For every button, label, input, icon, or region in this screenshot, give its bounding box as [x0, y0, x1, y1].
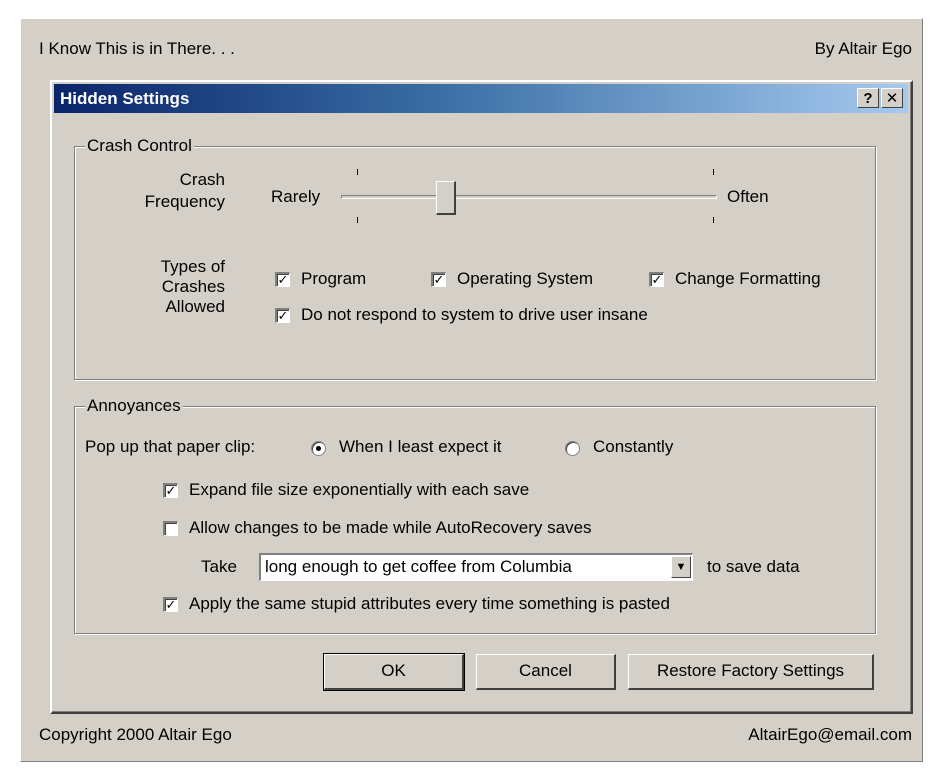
slider-tick: [357, 217, 358, 223]
slider-min-label: Rarely: [271, 187, 321, 206]
paperclip-label: Pop up that paper clip:: [85, 437, 256, 456]
take-label: Take: [201, 557, 237, 576]
slider-track: [341, 195, 717, 199]
check-mark-icon: ✓: [277, 308, 289, 323]
constantly-label: Constantly: [593, 437, 674, 456]
annoyances-label: Annoyances: [85, 396, 183, 416]
program-checkbox[interactable]: ✓: [275, 272, 290, 287]
email-text: AltairEgo@email.com: [748, 725, 912, 744]
slider-tick: [713, 217, 714, 223]
least-expect-label: When I least expect it: [339, 437, 502, 456]
check-mark-icon: ✓: [651, 272, 663, 287]
slider-tick: [713, 169, 714, 175]
no-respond-label: Do not respond to system to drive user i…: [301, 305, 648, 324]
save-data-label: to save data: [707, 557, 800, 576]
slider-tick: [357, 169, 358, 175]
least-expect-radio[interactable]: [311, 441, 326, 456]
slider-max-label: Often: [727, 187, 769, 206]
dialog-title: Hidden Settings: [60, 89, 190, 108]
crash-frequency-label: Crash Frequency: [144, 170, 225, 211]
help-button[interactable]: ?: [857, 88, 879, 108]
annoyances-group: Annoyances Pop up that paper clip: When …: [74, 396, 876, 634]
hidden-settings-dialog: Hidden Settings ? ✕ Crash Control Crash …: [50, 80, 913, 714]
expand-file-checkbox[interactable]: ✓: [163, 483, 178, 498]
program-label: Program: [301, 269, 367, 288]
dropdown-arrow-icon[interactable]: ▼: [671, 556, 691, 578]
change-formatting-label: Change Formatting: [675, 269, 821, 288]
check-mark-icon: ✓: [433, 272, 445, 287]
save-duration-select[interactable]: long enough to get coffee from Columbia …: [259, 553, 693, 581]
apply-attributes-checkbox[interactable]: ✓: [163, 597, 178, 612]
check-mark-icon: ✓: [277, 272, 289, 287]
expand-file-label: Expand file size exponentially with each…: [189, 480, 530, 499]
operating-system-label: Operating System: [457, 269, 594, 288]
close-button[interactable]: ✕: [881, 88, 903, 108]
copyright-text: Copyright 2000 Altair Ego: [39, 725, 232, 744]
ok-button[interactable]: OK: [323, 653, 465, 691]
outer-title: I Know This is in There. . .: [39, 39, 235, 58]
outer-byline: By Altair Ego: [814, 39, 912, 58]
constantly-radio[interactable]: [565, 441, 580, 456]
check-mark-icon: ✓: [165, 597, 177, 612]
check-mark-icon: ✓: [165, 483, 177, 498]
types-of-crashes-label: Types of Crashes Allowed: [160, 257, 225, 316]
cancel-button[interactable]: Cancel: [476, 654, 616, 690]
crash-frequency-slider[interactable]: [341, 169, 717, 225]
no-respond-checkbox[interactable]: ✓: [275, 308, 290, 323]
change-formatting-checkbox[interactable]: ✓: [649, 272, 664, 287]
save-duration-value: long enough to get coffee from Columbia: [265, 557, 572, 576]
slider-thumb[interactable]: [436, 181, 456, 215]
crash-control-label: Crash Control: [85, 136, 194, 156]
dialog-titlebar: Hidden Settings ? ✕: [54, 84, 908, 113]
apply-attributes-label: Apply the same stupid attributes every t…: [189, 594, 670, 613]
radio-dot-icon: [316, 446, 321, 451]
restore-factory-button[interactable]: Restore Factory Settings: [628, 654, 874, 690]
allow-changes-label: Allow changes to be made while AutoRecov…: [189, 518, 592, 537]
crash-control-group: Crash Control Crash Frequency Rarely Oft…: [74, 136, 876, 380]
operating-system-checkbox[interactable]: ✓: [431, 272, 446, 287]
allow-changes-checkbox[interactable]: [163, 521, 178, 536]
